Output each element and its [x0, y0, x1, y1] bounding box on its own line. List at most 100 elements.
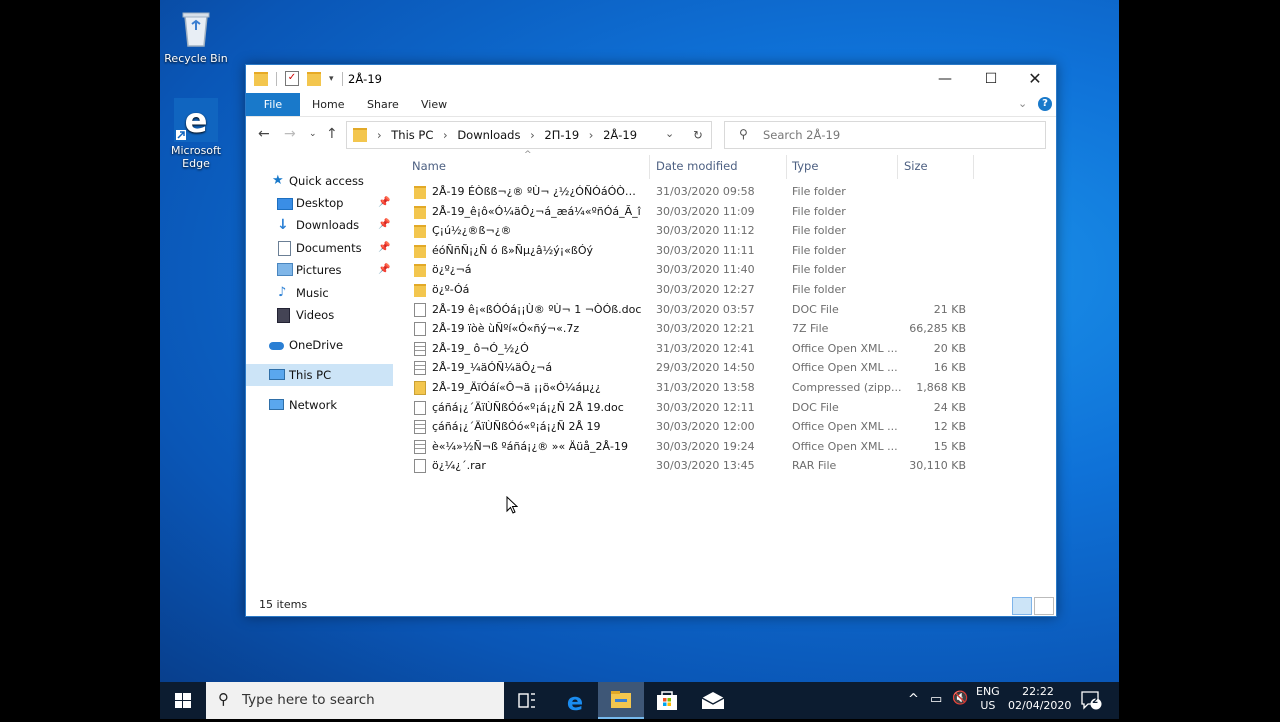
customize-toolbar-icon[interactable]: ▾: [329, 74, 334, 84]
clock[interactable]: 22:22 02/04/2020: [1008, 685, 1071, 713]
taskbar-store[interactable]: [644, 682, 690, 719]
pin-icon[interactable]: 📌: [378, 259, 390, 281]
network-tray-icon[interactable]: ▭: [930, 692, 942, 707]
file-date: 30/03/2020 11:09: [656, 204, 755, 218]
new-folder-icon[interactable]: [307, 71, 321, 86]
file-name: 2Å-19 ïòè ùÑºí«Ó«ñý¬«.7z: [432, 322, 580, 336]
file-explorer-window: ✓ ▾ 2Å-19 — ☐ ✕ File Home Share View ⌄ ?…: [245, 64, 1057, 617]
chevron-right-icon: ›: [377, 128, 382, 142]
file-size: 1,868 KB: [916, 381, 966, 394]
table-row[interactable]: 2Å-19_ÄïÓáí«Ô¬ä ¡¡ö«Ó¼áµ¿¿ 31/03/2020 13:…: [406, 378, 1046, 397]
file-explorer-icon: [611, 691, 631, 708]
sidebar-item-label: Videos: [296, 308, 335, 322]
file-name: 2Å-19 ÉÒßß¬¿® ºÙ¬ ¿½¿ÓÑÓáÓÒÓá ...: [432, 185, 642, 198]
table-row[interactable]: 2Å-19_¼äÓÑ¼äÔ¿¬á 29/03/2020 14:50 Office O…: [406, 358, 1046, 377]
table-row[interactable]: Ç¡ú½¿®ß¬¿® 30/03/2020 11:12 File folder: [406, 221, 1046, 240]
pin-icon[interactable]: 📌: [378, 214, 390, 236]
table-row[interactable]: 2Å-19 ïòè ùÑºí«Ó«ñý¬«.7z 30/03/2020 12:21…: [406, 319, 1046, 338]
table-row[interactable]: 2Å-19_ ô¬Ó_½¿Ó 31/03/2020 12:41 Office Ope…: [406, 339, 1046, 358]
help-icon[interactable]: ?: [1038, 97, 1052, 111]
table-row[interactable]: 2Å-19 ê¡«ßÓÓá¡¡Ù® ºÙ¬ 1 ¬ÒÓß.doc 30/03/20…: [406, 300, 1046, 319]
breadcrumb-parent[interactable]: 2П-19: [544, 128, 579, 142]
table-row[interactable]: ö¿º-Óá 30/03/2020 12:27 File folder: [406, 280, 1046, 299]
sidebar-item-music[interactable]: ♪ Music: [246, 282, 393, 304]
tab-file[interactable]: File: [246, 93, 300, 116]
sidebar-item-this-pc[interactable]: This PC: [246, 364, 393, 386]
action-center-button[interactable]: 2: [1080, 690, 1102, 713]
address-input[interactable]: › This PC › Downloads › 2П-19 › 2Å-19 ⌄: [346, 121, 712, 149]
recent-locations-chevron-icon[interactable]: ⌄: [309, 129, 317, 139]
notification-icon: [1081, 691, 1102, 710]
file-type: File folder: [792, 283, 846, 296]
breadcrumb-downloads[interactable]: Downloads: [457, 128, 520, 142]
language-indicator[interactable]: ENG US: [976, 685, 1000, 713]
desktop-icon-edge[interactable]: e Microsoft Edge: [160, 98, 234, 170]
task-view-button[interactable]: [504, 682, 550, 719]
table-row[interactable]: çáñá¡¿´ÄïÙÑßÓó«º¡á¡¿Ñ 2Å 19.doc 30/03/202…: [406, 398, 1046, 417]
table-row[interactable]: è«¼»½Ñ¬ß ºáñá¡¿® »« Äüå_2Å-19 30/03/2020 …: [406, 437, 1046, 456]
up-arrow-icon[interactable]: ↑: [326, 126, 338, 142]
column-divider[interactable]: [649, 155, 650, 179]
column-header-name[interactable]: Name: [412, 159, 446, 173]
search-input[interactable]: ⚲ Search 2Å-19: [724, 121, 1046, 149]
sidebar-item-videos[interactable]: Videos: [246, 304, 393, 326]
office-icon: [414, 420, 426, 435]
file-name: ö¿¼¿´.rar: [432, 459, 486, 473]
start-button[interactable]: [160, 682, 206, 719]
speaker-muted-icon[interactable]: 🔇: [952, 691, 968, 706]
back-arrow-icon[interactable]: ←: [258, 126, 270, 142]
tab-view[interactable]: View: [409, 93, 459, 116]
chevron-down-icon[interactable]: ⌄: [665, 127, 674, 140]
forward-arrow-icon[interactable]: →: [284, 126, 296, 142]
search-icon: ⚲: [739, 127, 748, 141]
title-bar[interactable]: ✓ ▾ 2Å-19 — ☐ ✕: [246, 65, 1056, 93]
show-hidden-icons-chevron-icon[interactable]: ^: [908, 692, 919, 707]
taskbar-mail[interactable]: [690, 682, 736, 719]
pin-icon[interactable]: 📌: [378, 237, 390, 259]
sidebar-item-downloads[interactable]: ↓ Downloads 📌: [246, 214, 393, 236]
taskbar-file-explorer[interactable]: [598, 682, 644, 719]
table-row[interactable]: ö¿º¿¬á 30/03/2020 11:40 File folder: [406, 260, 1046, 279]
table-row[interactable]: 2Å-19_ê¡ô«Ó¼äÔ¿¬á_æá¼«ºñÓá_Ã_î 30/03/2020…: [406, 202, 1046, 221]
taskbar-search-input[interactable]: ⚲ Type here to search: [206, 682, 504, 719]
tab-share[interactable]: Share: [355, 93, 411, 116]
table-row[interactable]: çáñá¡¿´ÄïÙÑßÓó«º¡á¡¿Ñ 2Å 19 30/03/2020 12…: [406, 417, 1046, 436]
properties-icon[interactable]: ✓: [285, 71, 299, 86]
address-bar-row: ← → ⌄ ↑ › This PC › Downloads › 2П-19 › …: [246, 117, 1056, 151]
sidebar-item-network[interactable]: Network: [246, 394, 393, 416]
refresh-button[interactable]: ↻: [685, 121, 712, 149]
sidebar-item-quick-access[interactable]: ★ Quick access: [246, 170, 393, 192]
minimize-button[interactable]: —: [922, 65, 968, 93]
tab-home[interactable]: Home: [300, 93, 356, 116]
navigation-pane: ★ Quick access Desktop 📌 ↓ Downloads 📌 D…: [246, 153, 396, 593]
language-code: ENG: [976, 685, 1000, 698]
column-divider[interactable]: [786, 155, 787, 179]
breadcrumb-current[interactable]: 2Å-19: [603, 128, 637, 142]
table-row[interactable]: éóÑñÑ¡¿Ñ ó ß»Ñµ¿â½ý¡«ßÓý 30/03/2020 11:11…: [406, 241, 1046, 260]
breadcrumb-this-pc[interactable]: This PC: [391, 128, 433, 142]
sidebar-item-onedrive[interactable]: OneDrive: [246, 334, 393, 356]
taskbar-edge[interactable]: e: [552, 682, 598, 719]
sidebar-item-pictures[interactable]: Pictures 📌: [246, 259, 393, 281]
column-header-type[interactable]: Type: [792, 159, 818, 173]
column-header-size[interactable]: Size: [904, 159, 928, 173]
close-button[interactable]: ✕: [1012, 65, 1058, 93]
column-divider[interactable]: [897, 155, 898, 179]
sidebar-item-documents[interactable]: Documents 📌: [246, 237, 393, 259]
zip-icon: [414, 381, 426, 395]
desktop-icon-recycle-bin[interactable]: Recycle Bin: [160, 6, 234, 65]
table-row[interactable]: 2Å-19 ÉÒßß¬¿® ºÙ¬ ¿½¿ÓÑÓáÓÒÓá ... 31/03/2…: [406, 182, 1046, 201]
large-icons-view-button[interactable]: [1034, 597, 1054, 615]
maximize-button[interactable]: ☐: [968, 65, 1014, 93]
column-divider[interactable]: [973, 155, 974, 179]
sidebar-item-desktop[interactable]: Desktop 📌: [246, 192, 393, 214]
column-header-date[interactable]: Date modified: [656, 159, 738, 173]
pin-icon[interactable]: 📌: [378, 192, 390, 214]
file-name: 2Å-19_ê¡ô«Ó¼äÔ¿¬á_æá¼«ºñÓá_Ã_î: [432, 204, 641, 218]
computer-icon: [269, 369, 285, 380]
taskbar: ⚲ Type here to search e ^ ▭ 🔇 ENG US 22:…: [160, 682, 1119, 719]
table-row[interactable]: ö¿¼¿´.rar 30/03/2020 13:45 RAR File 30,110 …: [406, 456, 1046, 475]
details-view-button[interactable]: [1012, 597, 1032, 615]
file-size: 12 KB: [933, 420, 966, 434]
expand-ribbon-icon[interactable]: ⌄: [1018, 97, 1027, 110]
